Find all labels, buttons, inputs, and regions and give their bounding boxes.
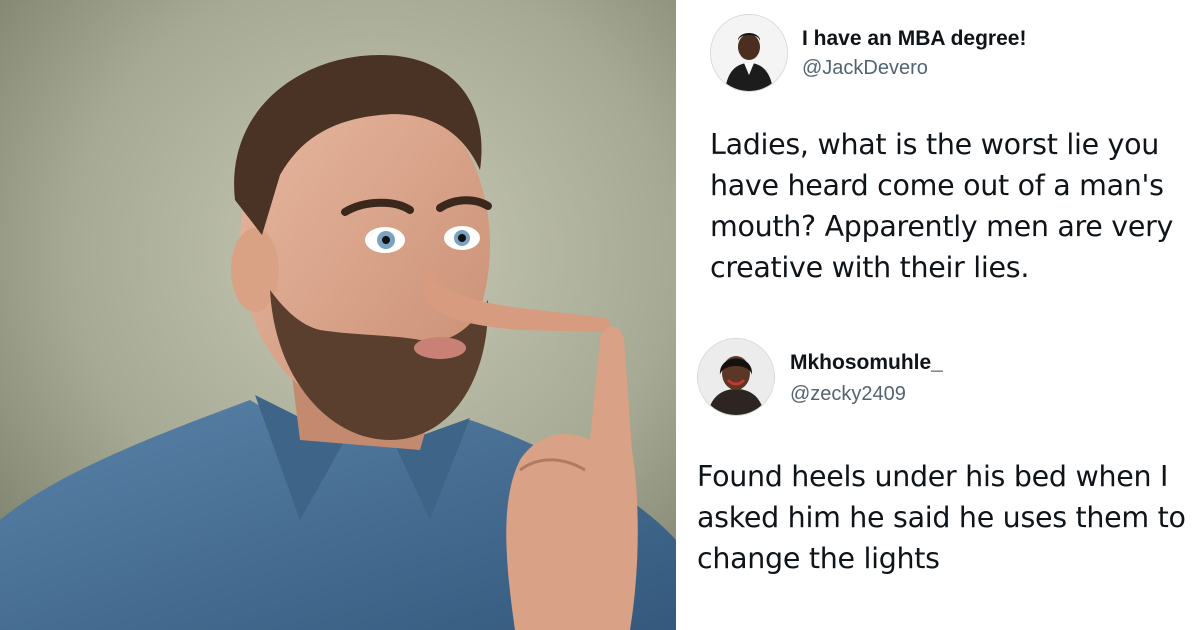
avatar[interactable] (710, 14, 788, 92)
tweet-text: Found heels under his bed when I asked h… (697, 460, 1186, 575)
tweet-text: Ladies, what is the worst lie you have h… (710, 128, 1174, 284)
pinocchio-man-photo (0, 0, 676, 630)
user-handle[interactable]: @zecky2409 (790, 383, 906, 406)
display-name[interactable]: I have an MBA degree! (802, 27, 1026, 51)
display-name[interactable]: Mkhosomuhle_ (790, 351, 943, 375)
tweet-panel: I have an MBA degree! @JackDevero Ladies… (676, 0, 1199, 630)
avatar[interactable] (697, 338, 775, 416)
user-handle[interactable]: @JackDevero (802, 57, 928, 80)
